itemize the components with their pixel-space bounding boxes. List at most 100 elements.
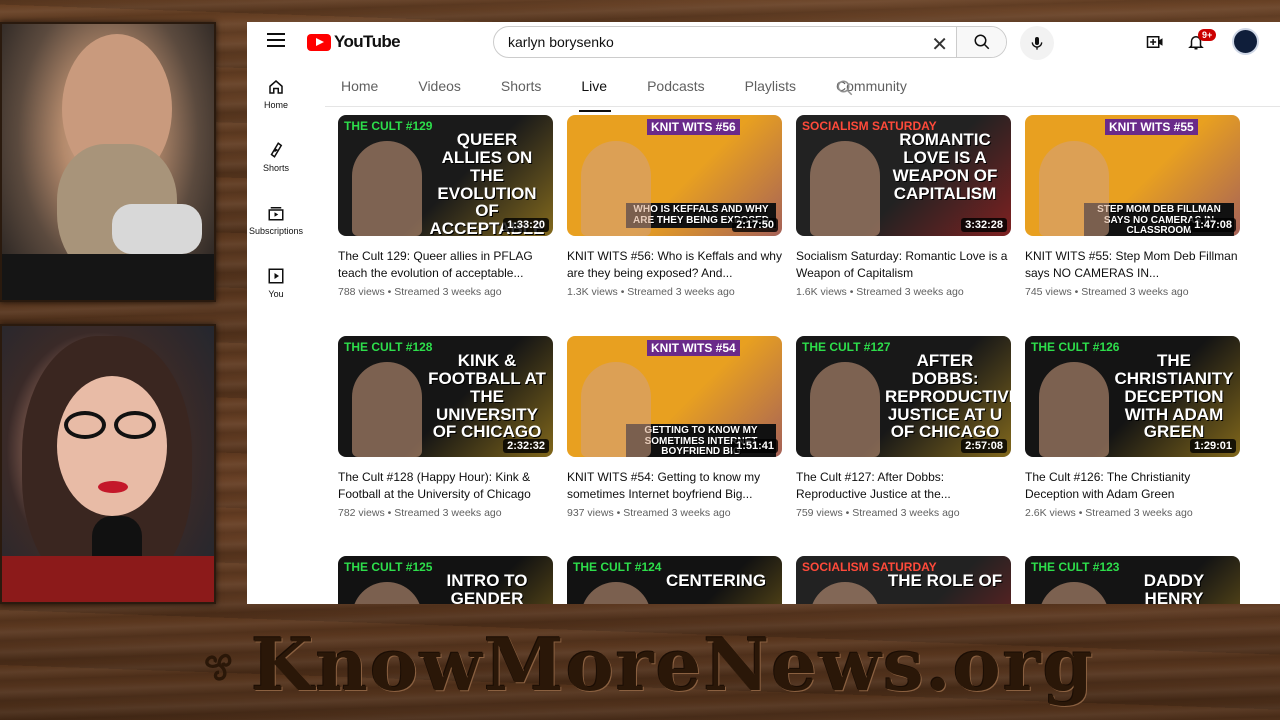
video-thumbnail[interactable]: KNIT WITS #55 Step Mom Deb Fillman Says N… [1025, 115, 1240, 236]
video-card[interactable]: KNIT WITS #54 Getting to Know My Sometime… [567, 336, 782, 519]
microphone-icon [1031, 37, 1043, 50]
video-title[interactable]: KNIT WITS #56: Who is Keffals and why ar… [567, 248, 782, 282]
video-card[interactable]: THE CULT #126 The Christianity Deception … [1025, 336, 1240, 519]
thumbnail-tag: THE CULT #128 [344, 340, 433, 354]
video-duration: 1:47:08 [1190, 218, 1236, 232]
account-avatar[interactable] [1232, 28, 1259, 55]
top-bar: YouTube ✕ 9+ [247, 22, 1280, 62]
thumbnail-headline: After Dobbs: Reproductive Justice at U o… [885, 351, 1011, 442]
video-card[interactable]: KNIT WITS #56 Who is Keffals and Why are … [567, 115, 782, 298]
video-card[interactable]: THE CULT #128 Kink & Football at the Univ… [338, 336, 553, 519]
you-icon [268, 268, 284, 284]
video-duration: 2:17:50 [732, 218, 778, 232]
shorts-icon [270, 142, 283, 158]
youtube-logo[interactable]: YouTube [307, 32, 401, 52]
video-card[interactable]: THE CULT #129 Queer Allies on the Evoluti… [338, 115, 553, 298]
video-thumbnail[interactable]: THE CULT #123 Daddy Henry Giroux on [1025, 556, 1240, 604]
tab-videos[interactable]: Videos [402, 70, 463, 106]
video-card[interactable]: THE CULT #127 After Dobbs: Reproductive J… [796, 336, 1011, 519]
video-thumbnail[interactable]: THE CULT #125 Intro to Gender Equity at t… [338, 556, 553, 604]
menu-icon[interactable] [267, 33, 285, 47]
sidebar-item-you[interactable]: You [247, 267, 305, 330]
video-meta: 1.6K views • Streamed 3 weeks ago [796, 286, 964, 298]
video-meta: 937 views • Streamed 3 weeks ago [567, 507, 731, 519]
thumbnail-headline: Kink & Football at the University of Chi… [428, 351, 546, 442]
thumbnail-headline: The Christianity Deception with Adam Gre… [1114, 351, 1234, 442]
video-thumbnail[interactable]: THE CULT #128 Kink & Football at the Univ… [338, 336, 553, 457]
video-title[interactable]: The Cult #127: After Dobbs: Reproductive… [796, 469, 1011, 503]
video-card[interactable]: SOCIALISM SATURDAY The Role of [796, 556, 1011, 604]
video-title[interactable]: Socialism Saturday: Romantic Love is a W… [796, 248, 1011, 282]
video-thumbnail[interactable]: SOCIALISM SATURDAY Romantic Love is a Wea… [796, 115, 1011, 236]
search-button[interactable] [956, 27, 1006, 57]
sidebar-item-label: You [268, 289, 284, 299]
youtube-play-icon [307, 33, 331, 51]
video-meta: 788 views • Streamed 3 weeks ago [338, 286, 502, 298]
thumbnail-person [1039, 362, 1109, 457]
thumbnail-tag: KNIT WITS #55 [1105, 119, 1198, 135]
sidebar-item-label: Home [263, 100, 288, 110]
thumbnail-tag: KNIT WITS #56 [647, 119, 740, 135]
thumbnail-person [810, 582, 880, 604]
tab-podcasts[interactable]: Podcasts [631, 70, 707, 106]
create-button[interactable] [1144, 31, 1166, 53]
sidebar-item-shorts[interactable]: Shorts [247, 141, 305, 204]
notification-badge: 9+ [1198, 29, 1217, 41]
video-card[interactable]: THE CULT #125 Intro to Gender Equity at t… [338, 556, 553, 604]
video-thumbnail[interactable]: KNIT WITS #56 Who is Keffals and Why are … [567, 115, 782, 236]
video-card[interactable]: THE CULT #123 Daddy Henry Giroux on [1025, 556, 1240, 604]
tab-home[interactable]: Home [325, 70, 380, 106]
logo-text: YouTube [334, 32, 401, 51]
triskelion-icon [205, 653, 232, 681]
voice-search-button[interactable] [1020, 26, 1054, 60]
thumbnail-person [810, 362, 880, 457]
thumbnail-tag: KNIT WITS #54 [647, 340, 740, 356]
tab-playlists[interactable]: Playlists [729, 70, 798, 106]
thumbnail-person [1039, 582, 1109, 604]
video-card[interactable]: SOCIALISM SATURDAY Romantic Love is a Wea… [796, 115, 1011, 298]
video-thumbnail[interactable]: THE CULT #129 Queer Allies on the Evoluti… [338, 115, 553, 236]
thumbnail-tag: THE CULT #129 [344, 119, 433, 133]
video-meta: 2.6K views • Streamed 3 weeks ago [1025, 507, 1193, 519]
tab-community[interactable]: Community [820, 70, 909, 106]
video-title[interactable]: The Cult #128 (Happy Hour): Kink & Footb… [338, 469, 553, 503]
youtube-window: YouTube ✕ 9+ Home Shorts [247, 22, 1280, 604]
tabs-divider [325, 106, 1280, 107]
sidebar-item-subscriptions[interactable]: Subscriptions [247, 204, 305, 267]
clear-search-icon[interactable]: ✕ [931, 32, 948, 57]
thumbnail-headline: Intro to Gender Equity at the [446, 571, 528, 604]
video-title[interactable]: KNIT WITS #54: Getting to know my someti… [567, 469, 782, 503]
video-title[interactable]: KNIT WITS #55: Step Mom Deb Fillman says… [1025, 248, 1240, 282]
video-thumbnail[interactable]: SOCIALISM SATURDAY The Role of [796, 556, 1011, 604]
video-title[interactable]: The Cult #126: The Christianity Deceptio… [1025, 469, 1240, 503]
thumbnail-person [352, 362, 422, 457]
search-input[interactable] [494, 34, 914, 50]
video-card[interactable]: THE CULT #124 Centering [567, 556, 782, 604]
sidebar-item-label: Subscriptions [248, 226, 304, 236]
video-thumbnail[interactable]: THE CULT #124 Centering [567, 556, 782, 604]
thumbnail-person [1039, 141, 1109, 236]
thumbnail-tag: THE CULT #124 [573, 560, 662, 574]
tab-shorts[interactable]: Shorts [485, 70, 543, 106]
video-duration: 2:32:32 [503, 439, 549, 453]
tab-live[interactable]: Live [565, 70, 611, 112]
video-meta: 782 views • Streamed 3 weeks ago [338, 507, 502, 519]
thumbnail-headline: Centering [665, 571, 767, 590]
channel-search-icon[interactable] [836, 79, 854, 97]
video-title[interactable]: The Cult 129: Queer allies in PFLAG teac… [338, 248, 553, 282]
video-thumbnail[interactable]: THE CULT #127 After Dobbs: Reproductive J… [796, 336, 1011, 457]
watermark-banner: KnowMoreNews.org [195, 614, 1095, 714]
create-video-icon [1146, 36, 1163, 48]
search-icon [974, 34, 989, 50]
sidebar-item-label: Shorts [262, 163, 289, 173]
video-meta: 759 views • Streamed 3 weeks ago [796, 507, 960, 519]
video-thumbnail[interactable]: KNIT WITS #54 Getting to Know My Sometime… [567, 336, 782, 457]
video-card[interactable]: KNIT WITS #55 Step Mom Deb Fillman Says N… [1025, 115, 1240, 298]
search-box: ✕ [493, 26, 1007, 58]
sidebar-item-home[interactable]: Home [247, 78, 305, 141]
video-thumbnail[interactable]: THE CULT #126 The Christianity Deception … [1025, 336, 1240, 457]
subscriptions-icon [268, 207, 284, 221]
thumbnail-person [352, 582, 422, 604]
thumbnail-headline: Daddy Henry Giroux on [1143, 571, 1205, 604]
home-icon [269, 80, 283, 94]
